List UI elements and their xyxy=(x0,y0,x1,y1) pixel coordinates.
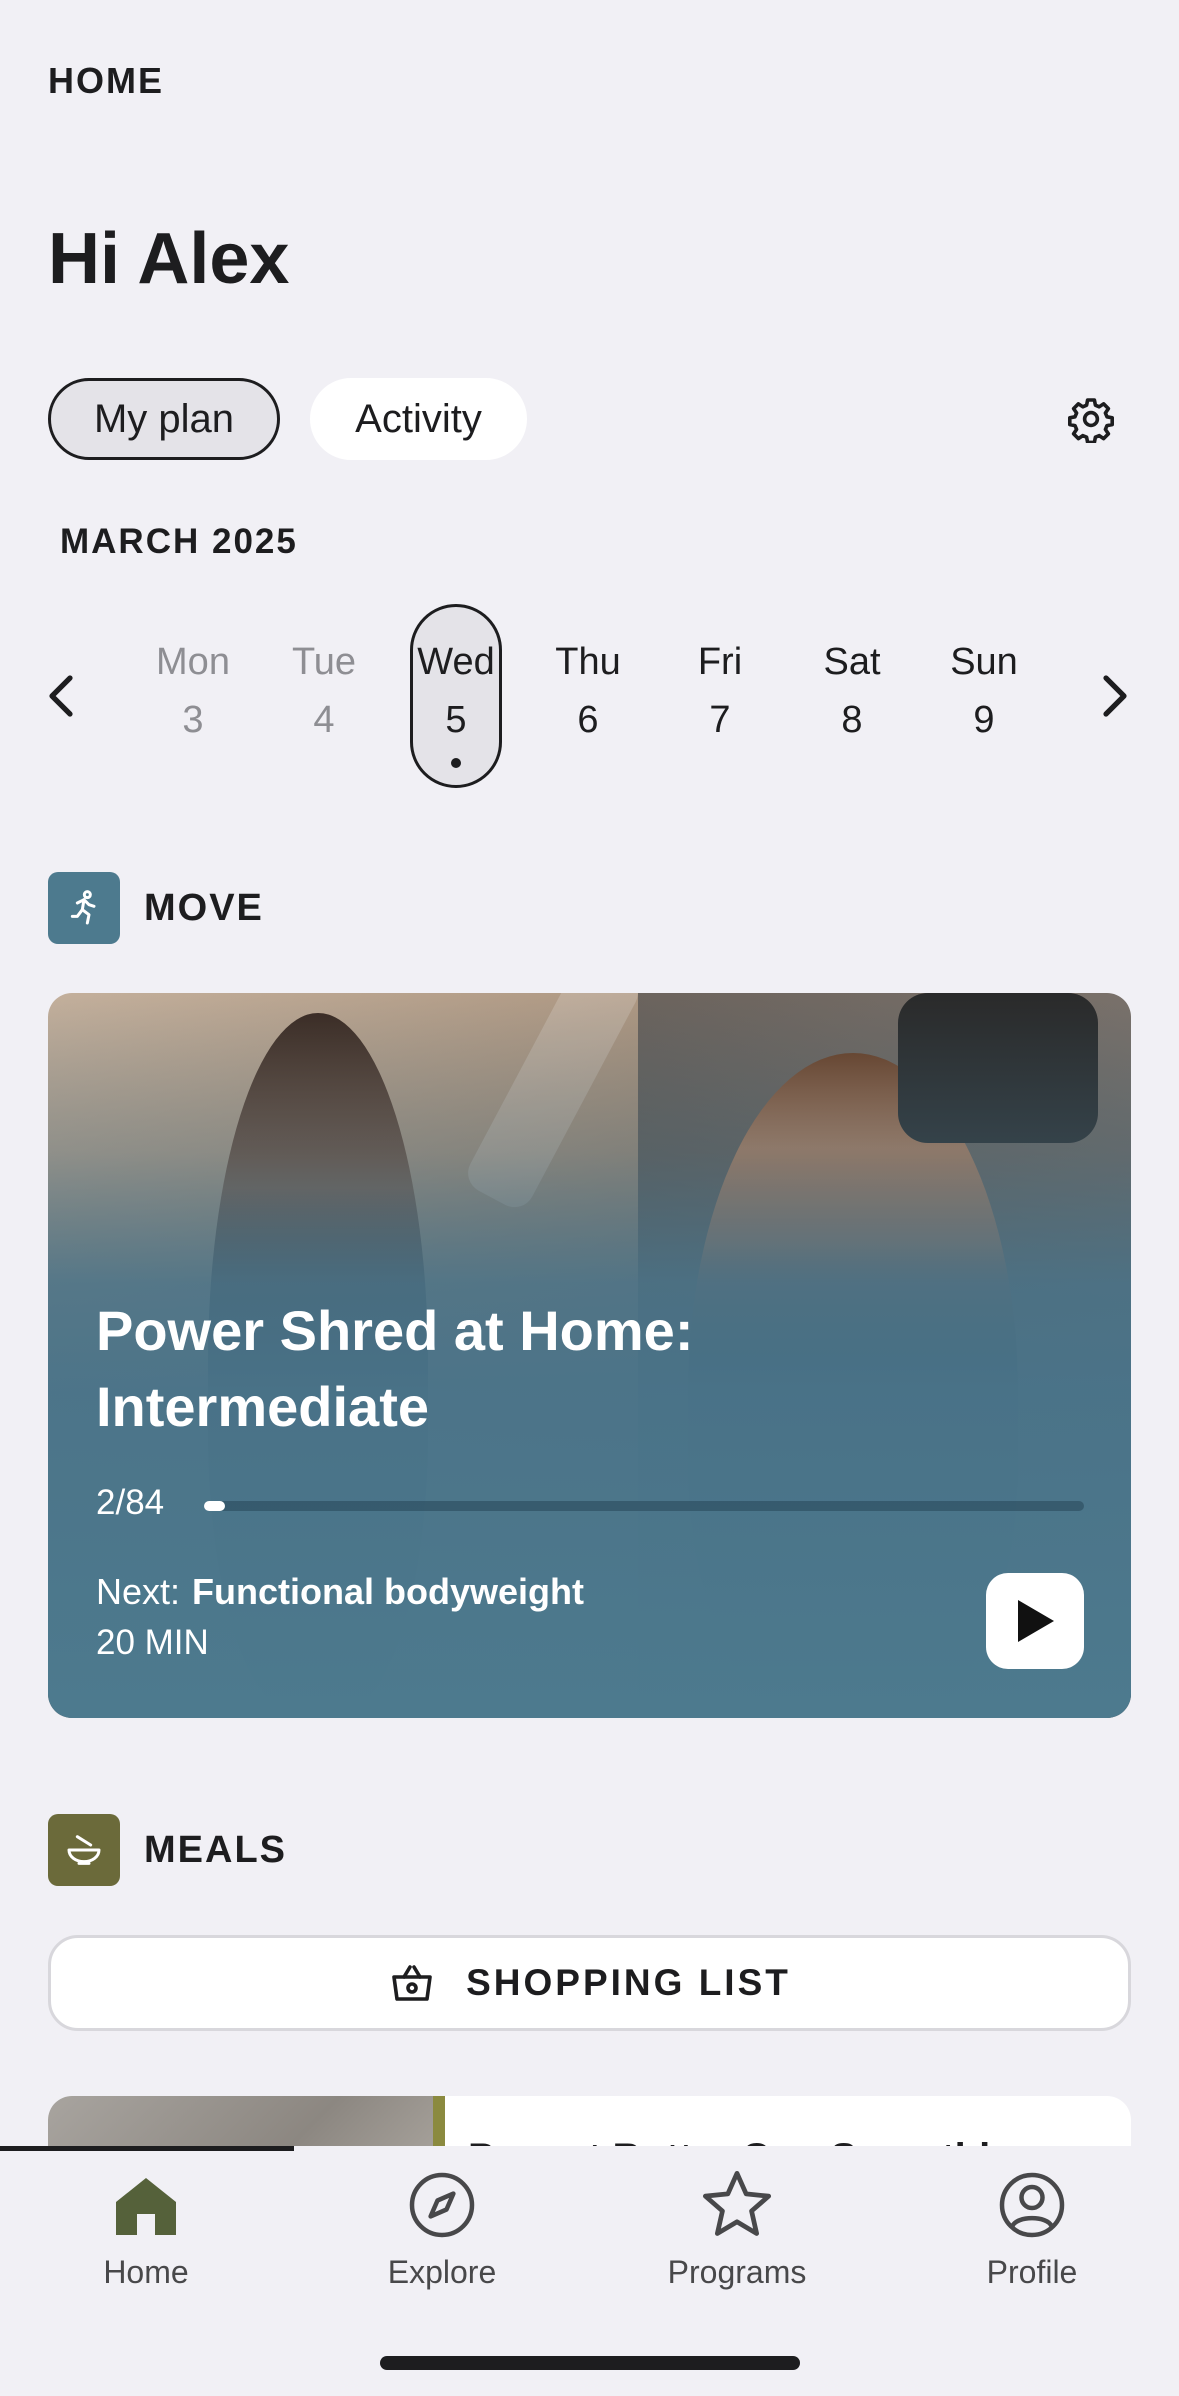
tab-explore-label: Explore xyxy=(387,2254,497,2290)
compass-icon xyxy=(403,2166,481,2244)
gear-icon xyxy=(1068,398,1114,443)
day-name: Tue xyxy=(291,641,357,683)
next-week-button[interactable] xyxy=(1086,668,1142,724)
day-number: 9 xyxy=(973,699,995,741)
next-workout-name: Functional bodyweight xyxy=(192,1571,585,1612)
running-icon xyxy=(48,872,120,944)
greeting-title: Hi Alex xyxy=(48,219,290,299)
day-number: 7 xyxy=(709,699,731,741)
day-thu[interactable]: Thu 6 xyxy=(542,604,634,788)
day-mon[interactable]: Mon 3 xyxy=(147,604,239,788)
tab-programs-label: Programs xyxy=(667,2254,807,2290)
tab-my-plan[interactable]: My plan xyxy=(48,378,280,460)
day-sun[interactable]: Sun 9 xyxy=(938,604,1030,788)
profile-icon xyxy=(993,2166,1071,2244)
progress-bar xyxy=(204,1501,1084,1511)
day-name: Thu xyxy=(555,641,621,683)
settings-button[interactable] xyxy=(1064,392,1118,446)
shopping-list-button[interactable]: SHOPPING LIST xyxy=(48,1935,1131,2031)
play-button[interactable] xyxy=(986,1573,1084,1669)
meals-section-header: MEALS xyxy=(48,1814,287,1886)
day-number: 8 xyxy=(841,699,863,741)
move-section-title: MOVE xyxy=(144,886,264,929)
tab-my-plan-label: My plan xyxy=(93,396,235,441)
scroll-indicator xyxy=(0,2146,294,2151)
next-label: Next: xyxy=(96,1571,181,1612)
program-title-line1: Power Shred at Home: xyxy=(96,1299,694,1362)
tab-programs[interactable]: Programs xyxy=(637,2166,837,2296)
basket-icon xyxy=(392,1965,432,2001)
page-label: HOME xyxy=(48,60,164,101)
day-tue[interactable]: Tue 4 xyxy=(278,604,370,788)
day-wed[interactable]: Wed 5 xyxy=(410,604,502,788)
next-workout: Next: Functional bodyweight xyxy=(96,1571,584,1613)
today-dot xyxy=(451,758,461,768)
program-title: Power Shred at Home: Intermediate xyxy=(96,1293,996,1445)
day-number: 6 xyxy=(577,699,599,741)
day-number: 3 xyxy=(182,699,204,741)
week-strip: Mon 3 Tue 4 Wed 5 Thu 6 Fri 7 Sat 8 Sun … xyxy=(0,600,1179,790)
tab-home[interactable]: Home xyxy=(46,2166,246,2296)
meals-section-title: MEALS xyxy=(144,1828,287,1871)
shopping-list-label: SHOPPING LIST xyxy=(466,1962,791,2003)
tab-explore[interactable]: Explore xyxy=(342,2166,542,2296)
bowl-icon xyxy=(48,1814,120,1886)
workout-duration: 20 MIN xyxy=(96,1623,209,1662)
day-name: Fri xyxy=(697,641,743,683)
home-icon xyxy=(107,2166,185,2244)
workout-program-card[interactable]: Power Shred at Home: Intermediate 2/84 N… xyxy=(48,993,1131,1718)
progress-count: 2/84 xyxy=(96,1483,165,1522)
tab-activity[interactable]: Activity xyxy=(310,378,527,460)
calendar-month: MARCH 2025 xyxy=(60,522,298,561)
day-fri[interactable]: Fri 7 xyxy=(674,604,766,788)
day-name: Mon xyxy=(156,641,230,683)
program-title-line2: Intermediate xyxy=(96,1375,429,1438)
tab-profile-label: Profile xyxy=(986,2254,1078,2290)
tab-activity-label: Activity xyxy=(355,396,482,441)
tab-home-label: Home xyxy=(103,2254,189,2290)
day-number: 5 xyxy=(445,699,467,741)
progress-bar-fill xyxy=(204,1501,226,1511)
home-indicator xyxy=(380,2356,800,2370)
day-name: Sat xyxy=(823,641,881,683)
home-screen: HOME Hi Alex My plan Activity MARCH 2025… xyxy=(0,0,1179,2396)
star-icon xyxy=(698,2166,776,2244)
day-number: 4 xyxy=(313,699,335,741)
day-sat[interactable]: Sat 8 xyxy=(806,604,898,788)
play-icon xyxy=(1018,1600,1054,1642)
tab-profile[interactable]: Profile xyxy=(932,2166,1132,2296)
chevron-right-icon xyxy=(1103,675,1127,717)
day-name: Sun xyxy=(950,641,1018,683)
move-section-header: MOVE xyxy=(48,872,264,944)
day-name: Wed xyxy=(417,641,495,683)
